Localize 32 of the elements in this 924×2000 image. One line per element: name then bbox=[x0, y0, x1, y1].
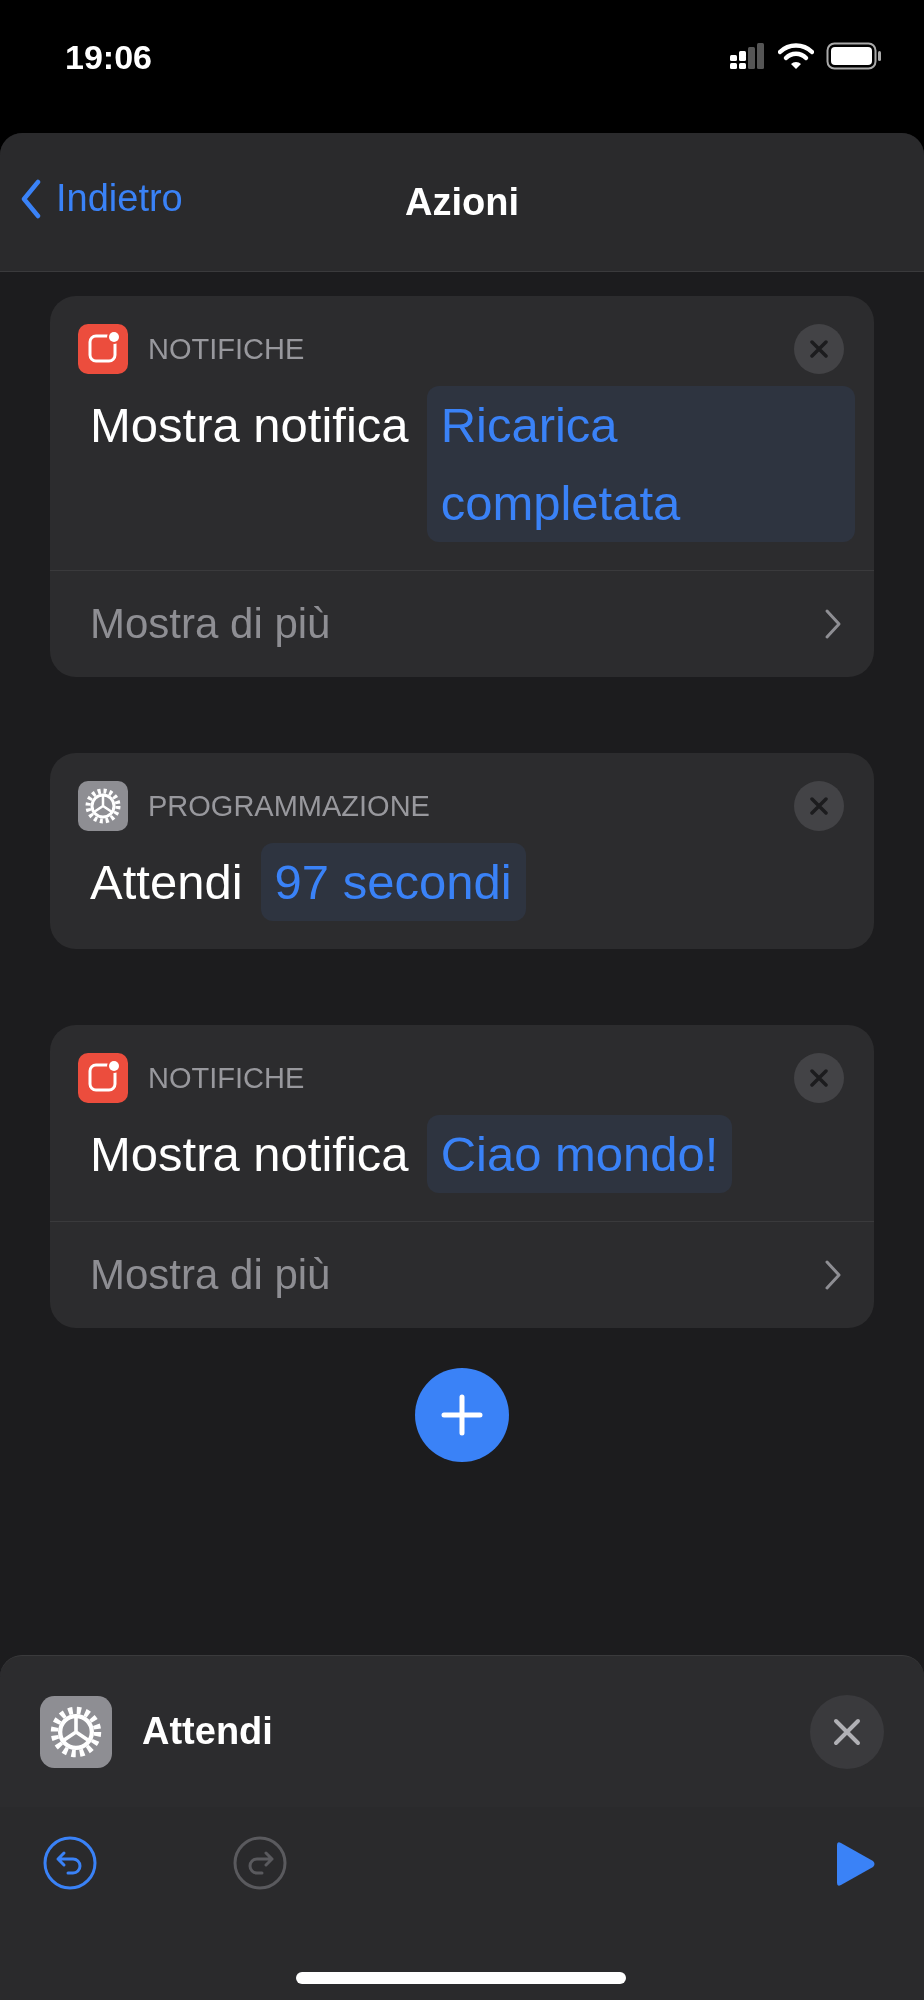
signal-icon bbox=[730, 43, 766, 69]
show-more-link[interactable]: Mostra di più bbox=[90, 1251, 331, 1299]
category-label: PROGRAMMAZIONE bbox=[148, 789, 431, 823]
parameter-token[interactable]: 97 secondi bbox=[260, 843, 526, 921]
close-icon bbox=[810, 797, 828, 815]
undo-icon[interactable] bbox=[42, 1835, 98, 1891]
nav-title: Azioni bbox=[405, 180, 519, 224]
parameter-token[interactable]: Ciao mondo! bbox=[426, 1115, 733, 1193]
back-button[interactable]: Indietro bbox=[20, 177, 183, 220]
selected-action-title: Attendi bbox=[142, 1710, 274, 1753]
action-label: Attendi bbox=[90, 855, 243, 909]
close-icon bbox=[810, 1069, 828, 1087]
back-chevron-icon bbox=[20, 178, 42, 219]
battery-icon bbox=[826, 42, 882, 70]
parameter-token[interactable]: Ricarica completata bbox=[426, 386, 855, 542]
status-time: 19:06 bbox=[65, 38, 152, 77]
gear-icon bbox=[40, 1695, 112, 1768]
chevron-icon bbox=[824, 1259, 842, 1291]
wifi-icon bbox=[778, 43, 814, 69]
chevron-icon bbox=[824, 608, 842, 640]
plus-icon bbox=[440, 1393, 484, 1437]
category-label: NOTIFICHE bbox=[148, 332, 306, 366]
close-icon bbox=[810, 340, 828, 358]
play-icon[interactable] bbox=[834, 1841, 876, 1887]
action-label: Mostra notifica bbox=[90, 398, 409, 452]
gear-icon bbox=[78, 781, 128, 831]
category-label: NOTIFICHE bbox=[148, 1061, 306, 1095]
close-icon bbox=[832, 1716, 862, 1747]
action-label: Mostra notifica bbox=[90, 1127, 409, 1181]
notification-icon bbox=[78, 1053, 128, 1103]
show-more-link[interactable]: Mostra di più bbox=[90, 600, 331, 648]
notification-icon bbox=[78, 324, 128, 374]
